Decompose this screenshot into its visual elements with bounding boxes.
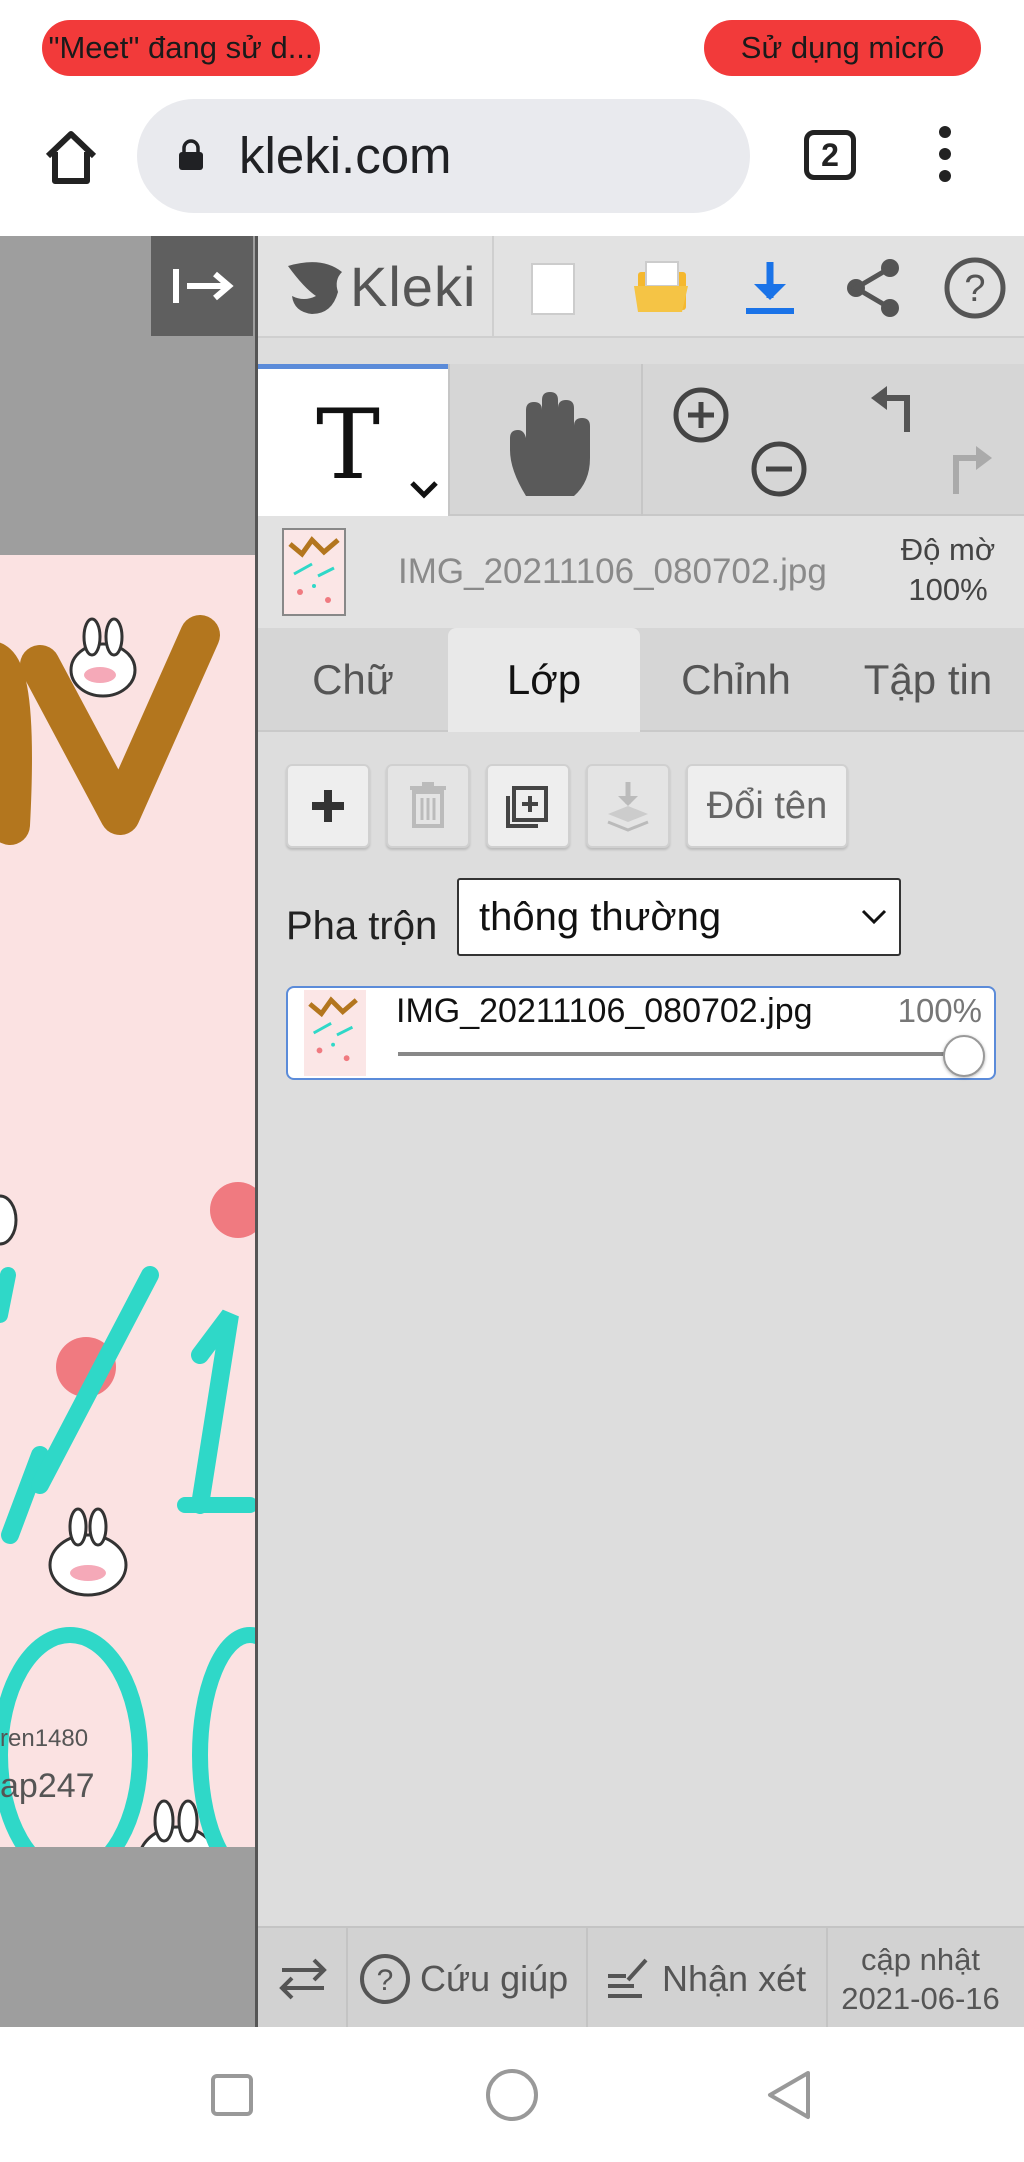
- system-navigation-bar: [0, 2027, 1024, 2162]
- swap-side-button[interactable]: [258, 1928, 348, 2029]
- url-text: kleki.com: [239, 127, 452, 184]
- feedback-button[interactable]: Nhận xét: [588, 1928, 828, 2029]
- undo-icon[interactable]: [863, 384, 925, 446]
- artwork-text-1: ren1480: [0, 1725, 89, 1752]
- layer-thumbnail-image: [308, 996, 358, 1062]
- delete-layer-button[interactable]: [386, 764, 470, 848]
- kleki-logo-icon: [288, 262, 342, 314]
- help-button[interactable]: ? Cứu giúp: [348, 1928, 588, 2029]
- open-folder-icon[interactable]: [628, 254, 696, 322]
- panel-tabs: Chữ Lớp Chỉnh sửa Tập tin: [258, 628, 1024, 807]
- share-icon[interactable]: [840, 254, 908, 322]
- meet-indicator[interactable]: "Meet" đang sử d...: [42, 20, 320, 76]
- layer-name: IMG_20211106_080702.jpg: [396, 992, 813, 1030]
- browser-toolbar: kleki.com 2: [0, 96, 1024, 236]
- update-label: cập nhật: [861, 1942, 980, 1977]
- blend-mode-label: Pha trộn: [286, 904, 438, 948]
- opacity-value: 100%: [908, 572, 988, 607]
- duplicate-layer-button[interactable]: [486, 764, 570, 848]
- chevron-down-icon: [861, 909, 887, 925]
- merge-down-icon: [607, 782, 649, 832]
- zoom-in-icon[interactable]: [670, 384, 732, 446]
- file-opacity: Độ mờ 100%: [878, 530, 1018, 610]
- swap-arrows-icon: [279, 1958, 327, 2000]
- rename-label: Đổi tên: [706, 785, 828, 827]
- lock-icon: [179, 139, 203, 170]
- file-thumbnail[interactable]: [282, 528, 346, 616]
- thumbnail-image: [288, 536, 340, 603]
- layer-opacity: 100%: [897, 992, 982, 1029]
- app-toolbar: Kleki ?: [258, 236, 1024, 338]
- recent-apps-icon[interactable]: [210, 2073, 254, 2117]
- more-vert-icon[interactable]: [930, 124, 960, 184]
- tab-text[interactable]: Chữ: [258, 628, 448, 732]
- tab-edit[interactable]: Chỉnh sửa: [640, 628, 832, 807]
- hand-tool-icon[interactable]: [496, 386, 606, 504]
- new-image-icon[interactable]: [518, 254, 586, 322]
- layer-opacity-slider-handle[interactable]: [943, 1035, 985, 1077]
- layer-opacity-slider[interactable]: [398, 1052, 968, 1056]
- zoom-out-icon[interactable]: [748, 438, 810, 500]
- update-date: 2021-06-16: [841, 1981, 1000, 2016]
- feedback-pen-icon: [608, 1958, 648, 1998]
- redo-icon[interactable]: [938, 440, 1000, 502]
- artwork-text-2: ap247: [0, 1767, 95, 1805]
- kleki-logo[interactable]: Kleki: [258, 236, 494, 338]
- collapse-panel-button[interactable]: [151, 236, 253, 336]
- blend-mode-value: thông thường: [479, 895, 722, 939]
- layer-thumbnail: [304, 990, 366, 1076]
- artwork-canvas[interactable]: ren1480 ap247: [0, 555, 255, 1847]
- duplicate-layer-icon: [506, 786, 548, 828]
- tabs-icon[interactable]: 2: [804, 130, 856, 180]
- address-bar[interactable]: kleki.com: [137, 99, 750, 213]
- tool-row: T: [258, 364, 1024, 516]
- layer-list-item[interactable]: IMG_20211106_080702.jpg 100%: [286, 986, 996, 1080]
- file-info-row: IMG_20211106_080702.jpg Độ mờ 100%: [258, 516, 1024, 628]
- text-tool-icon: T: [316, 389, 381, 501]
- opacity-label: Độ mờ: [900, 532, 996, 567]
- rename-layer-button[interactable]: Đổi tên: [686, 764, 848, 848]
- artwork-image: [0, 615, 255, 1847]
- chevron-down-icon[interactable]: [408, 477, 440, 501]
- text-tool-button[interactable]: T: [258, 364, 448, 516]
- help-label: Cứu giúp: [420, 1958, 569, 1999]
- add-layer-icon: [312, 790, 344, 822]
- tab-layers[interactable]: Lớp: [448, 628, 640, 732]
- help-icon[interactable]: ?: [941, 254, 1009, 322]
- svg-text:?: ?: [377, 1964, 394, 1997]
- download-icon[interactable]: [736, 254, 804, 322]
- kleki-logo-text: Kleki: [350, 255, 477, 318]
- feedback-label: Nhận xét: [662, 1958, 807, 1999]
- merge-down-button[interactable]: [586, 764, 670, 848]
- blend-mode-select[interactable]: thông thường: [457, 878, 901, 956]
- file-name: IMG_20211106_080702.jpg: [398, 552, 827, 591]
- help-circle-icon: ?: [360, 1954, 410, 2004]
- tool-divider: [641, 364, 643, 516]
- kleki-side-panel: Kleki ? T IMG_20211106_080702.jpg Độ mờ …: [255, 236, 1024, 2029]
- panel-footer: ? Cứu giúp Nhận xét cập nhật 2021-06-16: [258, 1926, 1024, 2029]
- collapse-arrow-icon: [173, 269, 234, 303]
- tab-file[interactable]: Tập tin: [832, 628, 1024, 732]
- home-button-icon[interactable]: [484, 2067, 540, 2123]
- svg-text:?: ?: [964, 268, 985, 310]
- home-icon[interactable]: [40, 126, 102, 188]
- back-icon[interactable]: [764, 2069, 816, 2121]
- tool-divider: [448, 364, 450, 516]
- add-layer-button[interactable]: [286, 764, 370, 848]
- microphone-indicator[interactable]: Sử dụng micrô: [704, 20, 981, 76]
- update-info: cập nhật 2021-06-16: [818, 1940, 1023, 2018]
- delete-layer-icon: [410, 782, 446, 828]
- drawing-canvas-area[interactable]: ren1480 ap247: [0, 236, 255, 2027]
